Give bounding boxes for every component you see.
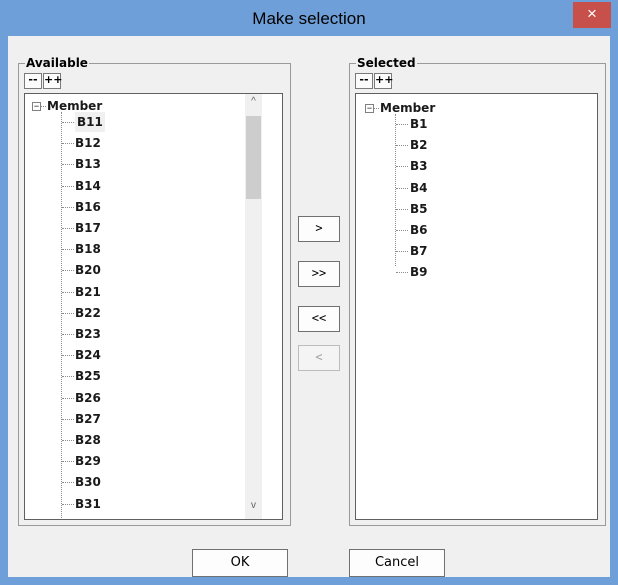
tree-connector <box>395 114 396 266</box>
tree-connector <box>396 166 408 168</box>
tree-connector <box>62 122 74 123</box>
available-expand-all-button[interactable]: ++ <box>43 73 62 89</box>
tree-item[interactable]: B2 <box>410 135 428 155</box>
remove-button[interactable]: < <box>298 345 340 371</box>
tree-item[interactable]: B11 <box>75 112 105 132</box>
tree-item[interactable]: B24 <box>75 345 101 365</box>
add-button[interactable]: > <box>298 216 340 242</box>
tree-connector <box>62 418 74 420</box>
tree-item[interactable]: B9 <box>410 262 428 282</box>
dialog-title: Make selection <box>252 9 366 28</box>
tree-connector <box>62 185 74 187</box>
add-all-button[interactable]: >> <box>298 261 340 287</box>
tree-connector <box>62 270 74 272</box>
tree-item[interactable]: B17 <box>75 218 101 238</box>
selected-root-expander[interactable]: − <box>365 104 374 113</box>
selected-collapse-all-button[interactable]: -- <box>355 73 373 89</box>
tree-connector <box>396 272 408 274</box>
tree-connector <box>62 503 74 505</box>
tree-item[interactable]: B5 <box>410 199 428 219</box>
remove-all-button[interactable]: << <box>298 306 340 332</box>
tree-connector <box>62 206 74 208</box>
cancel-button[interactable]: Cancel <box>349 549 445 577</box>
tree-item[interactable]: B31 <box>75 494 101 514</box>
ok-button[interactable]: OK <box>192 549 288 577</box>
tree-connector <box>62 334 74 335</box>
tree-item[interactable]: B16 <box>75 197 101 217</box>
selected-group-label: Selected <box>356 56 417 70</box>
close-button[interactable]: × <box>573 2 611 28</box>
tree-connector <box>62 440 74 441</box>
tree-item[interactable]: B12 <box>75 133 101 153</box>
tree-item[interactable]: B14 <box>75 176 101 196</box>
tree-item[interactable]: B23 <box>75 324 101 344</box>
available-root-expander[interactable]: − <box>32 102 41 111</box>
tree-item[interactable]: B21 <box>75 282 101 302</box>
title-bar[interactable]: Make selection × <box>1 1 617 36</box>
tree-item[interactable]: B18 <box>75 239 101 259</box>
tree-connector <box>62 143 74 145</box>
available-tree[interactable]: − Member B11 B12 B13 B14 B16 B17 B18 B20 B21 B22 B… <box>24 93 283 520</box>
tree-item[interactable]: B26 <box>75 388 101 408</box>
tree-connector <box>62 482 74 484</box>
tree-connector <box>62 376 74 378</box>
tree-connector <box>396 187 408 189</box>
tree-connector <box>396 145 408 147</box>
available-scrollbar[interactable]: ^ v <box>245 94 262 519</box>
tree-item[interactable]: B7 <box>410 241 428 261</box>
tree-connector <box>41 106 46 107</box>
tree-item[interactable]: B29 <box>75 451 101 471</box>
tree-connector <box>62 397 74 399</box>
tree-item[interactable]: B20 <box>75 260 101 280</box>
tree-item[interactable]: B3 <box>410 156 428 176</box>
tree-connector <box>62 355 74 357</box>
tree-connector <box>374 108 379 109</box>
scrollbar-thumb[interactable] <box>246 116 261 199</box>
tree-connector <box>396 230 408 231</box>
tree-connector <box>62 461 74 463</box>
tree-item[interactable]: B22 <box>75 303 101 323</box>
scroll-down-arrow-icon[interactable]: v <box>245 500 262 511</box>
tree-item[interactable]: B4 <box>410 178 428 198</box>
available-collapse-all-button[interactable]: -- <box>24 73 42 89</box>
tree-connector <box>61 112 62 519</box>
tree-item[interactable]: B1 <box>410 114 428 134</box>
available-group: Available -- ++ − Member B11 B12 B13 B14 B16… <box>18 56 291 526</box>
tree-item[interactable]: B30 <box>75 472 101 492</box>
tree-connector <box>396 251 408 253</box>
scroll-up-arrow-icon[interactable]: ^ <box>245 96 262 107</box>
tree-connector <box>396 208 408 210</box>
dialog-body: Available -- ++ − Member B11 B12 B13 B14 B16… <box>8 36 610 577</box>
selected-expand-all-button[interactable]: ++ <box>374 73 393 89</box>
tree-item[interactable]: B28 <box>75 430 101 450</box>
tree-item[interactable]: B13 <box>75 154 101 174</box>
tree-item[interactable]: B25 <box>75 366 101 386</box>
tree-connector <box>62 249 74 251</box>
tree-connector <box>62 312 74 314</box>
tree-connector <box>396 124 408 125</box>
available-group-label: Available <box>25 56 89 70</box>
selected-tree[interactable]: − Member B1 B2 B3 B4 B5 B6 B7 B9 <box>355 93 598 520</box>
dialog-window: Make selection × Available -- ++ − Membe… <box>0 0 618 585</box>
tree-item[interactable]: B27 <box>75 409 101 429</box>
tree-item[interactable]: B6 <box>410 220 428 240</box>
tree-connector <box>62 228 74 229</box>
selected-group: Selected -- ++ − Member B1 B2 B3 B4 B5 B6 B7 B9 <box>349 56 606 526</box>
tree-connector <box>62 291 74 293</box>
tree-connector <box>62 164 74 166</box>
